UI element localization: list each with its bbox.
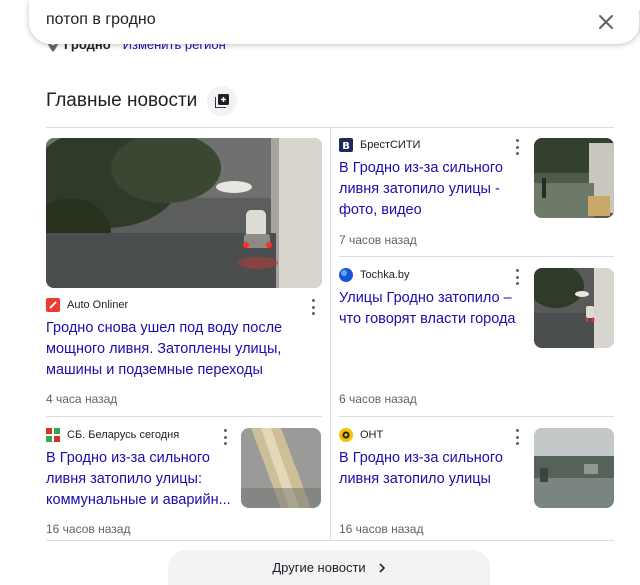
- region-row: Гродно Изменить регион: [48, 44, 348, 60]
- article-1-headline[interactable]: Гродно снова ушел под воду после мощного…: [46, 318, 306, 381]
- article-3-headline[interactable]: Улицы Гродно затопило – что говорят влас…: [339, 288, 524, 330]
- article-4-more-vert-icon[interactable]: [219, 429, 231, 445]
- article-3-more-vert-icon[interactable]: [511, 269, 523, 285]
- brestcity-favicon-icon: B: [339, 138, 353, 152]
- article-4-source[interactable]: СБ. Беларусь сегодня: [46, 428, 179, 442]
- article-5-image[interactable]: [534, 428, 614, 508]
- more-news-button[interactable]: Другие новости: [168, 550, 490, 585]
- location-pin-icon: [48, 44, 58, 52]
- article-2-image[interactable]: [534, 138, 614, 218]
- article-5-time: 16 часов назад: [339, 522, 424, 536]
- article-3-source-name: Tochka.by: [360, 269, 410, 281]
- bottom-divider: [46, 540, 614, 541]
- row-divider-left: [46, 416, 322, 417]
- article-4-headline[interactable]: В Гродно из-за сильного ливня затопило у…: [46, 448, 231, 511]
- article-2-time: 7 часов назад: [339, 233, 417, 247]
- change-region-link[interactable]: Изменить регион: [123, 44, 226, 52]
- search-bar: [29, 0, 640, 44]
- article-2-headline[interactable]: В Гродно из-за сильного ливня затопило у…: [339, 158, 519, 221]
- region-city: Гродно: [64, 44, 111, 52]
- close-icon[interactable]: [597, 13, 615, 31]
- more-news-label: Другие новости: [272, 560, 366, 575]
- article-3-source[interactable]: Tochka.by: [339, 268, 410, 282]
- article-4-time: 16 часов назад: [46, 522, 131, 536]
- ont-favicon-icon: [339, 428, 353, 442]
- article-1-time: 4 часа назад: [46, 392, 118, 406]
- chevron-right-icon: [379, 562, 385, 573]
- article-4-image[interactable]: [241, 428, 321, 508]
- section-header: Главные новости: [46, 86, 238, 116]
- search-input[interactable]: [46, 11, 566, 29]
- article-2-source-name: БрестСИТИ: [360, 139, 421, 151]
- article-4-source-name: СБ. Беларусь сегодня: [67, 429, 180, 441]
- sb-favicon-icon: [46, 428, 60, 442]
- auto-onliner-favicon-icon: [46, 298, 60, 312]
- article-2-more-vert-icon[interactable]: [511, 139, 523, 155]
- article-2-source[interactable]: B БрестСИТИ: [339, 138, 420, 152]
- article-1-more-vert-icon[interactable]: [307, 299, 319, 315]
- row-divider-right-2: [339, 416, 614, 417]
- article-5-source[interactable]: ОНТ: [339, 428, 383, 442]
- row-divider-right-1: [339, 256, 614, 257]
- tochka-favicon-icon: [339, 268, 353, 282]
- article-1-image[interactable]: [46, 138, 322, 288]
- article-3-time: 6 часов назад: [339, 392, 417, 406]
- article-5-more-vert-icon[interactable]: [511, 429, 523, 445]
- column-divider: [330, 128, 331, 540]
- article-3-image[interactable]: [534, 268, 614, 348]
- stack-button[interactable]: [207, 86, 238, 116]
- article-5-headline[interactable]: В Гродно из-за сильного ливня затопило у…: [339, 448, 524, 490]
- svg-text:B: B: [342, 141, 350, 152]
- article-1-source[interactable]: Auto Onliner: [46, 298, 128, 312]
- stack-icon: [215, 94, 230, 108]
- section-title: Главные новости: [46, 90, 198, 111]
- article-1-source-name: Auto Onliner: [67, 299, 129, 311]
- article-5-source-name: ОНТ: [360, 429, 384, 441]
